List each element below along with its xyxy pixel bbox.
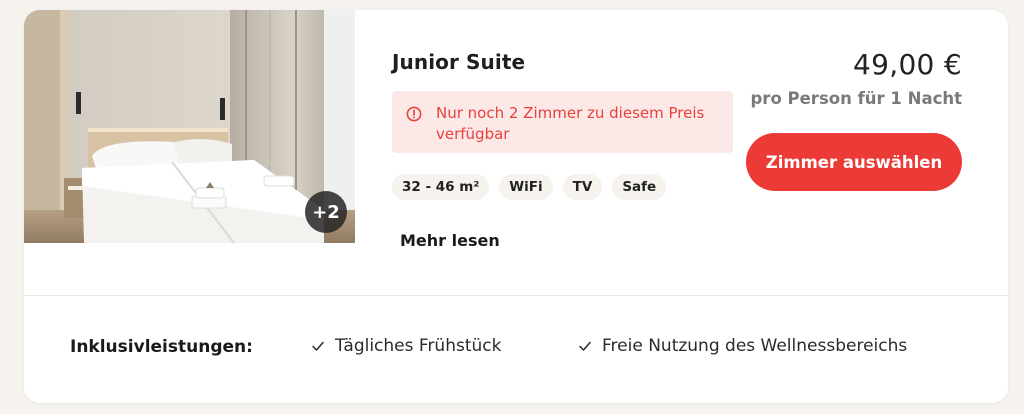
room-photo[interactable]: +2 <box>24 10 355 243</box>
amenity-chip-size: 32 - 46 m² <box>392 174 490 200</box>
availability-alert-text: Nur noch 2 Zimmer zu diesem Preis verfüg… <box>436 104 705 143</box>
amenity-list: 32 - 46 m² WiFi TV Safe <box>392 174 667 200</box>
amenity-chip-tv: TV <box>562 174 603 200</box>
more-photos-badge[interactable]: +2 <box>305 191 347 233</box>
select-room-button[interactable]: Zimmer auswählen <box>746 133 962 191</box>
alert-circle-icon <box>406 106 422 122</box>
inclusions-label: Inklusivleistungen: <box>70 337 253 357</box>
amenity-chip-safe: Safe <box>612 174 667 200</box>
amenity-chip-wifi: WiFi <box>499 174 553 200</box>
section-divider <box>24 295 1008 296</box>
inclusion-item-wellness: Freie Nutzung des Wellnessbereichs <box>578 336 907 356</box>
room-price: 49,00 € <box>853 48 962 81</box>
inclusion-item-label: Freie Nutzung des Wellnessbereichs <box>602 336 908 356</box>
inclusion-item-breakfast: Tägliches Frühstück <box>311 336 501 356</box>
check-icon <box>312 341 324 351</box>
availability-alert: Nur noch 2 Zimmer zu diesem Preis verfüg… <box>392 91 733 153</box>
room-title: Junior Suite <box>392 50 526 74</box>
read-more-link[interactable]: Mehr lesen <box>400 231 500 250</box>
price-unit: pro Person für 1 Nacht <box>750 89 963 108</box>
check-icon <box>579 341 591 351</box>
room-card: +2 Junior Suite Nur noch 2 Zimmer zu die… <box>24 10 1008 403</box>
inclusion-item-label: Tägliches Frühstück <box>335 336 502 356</box>
